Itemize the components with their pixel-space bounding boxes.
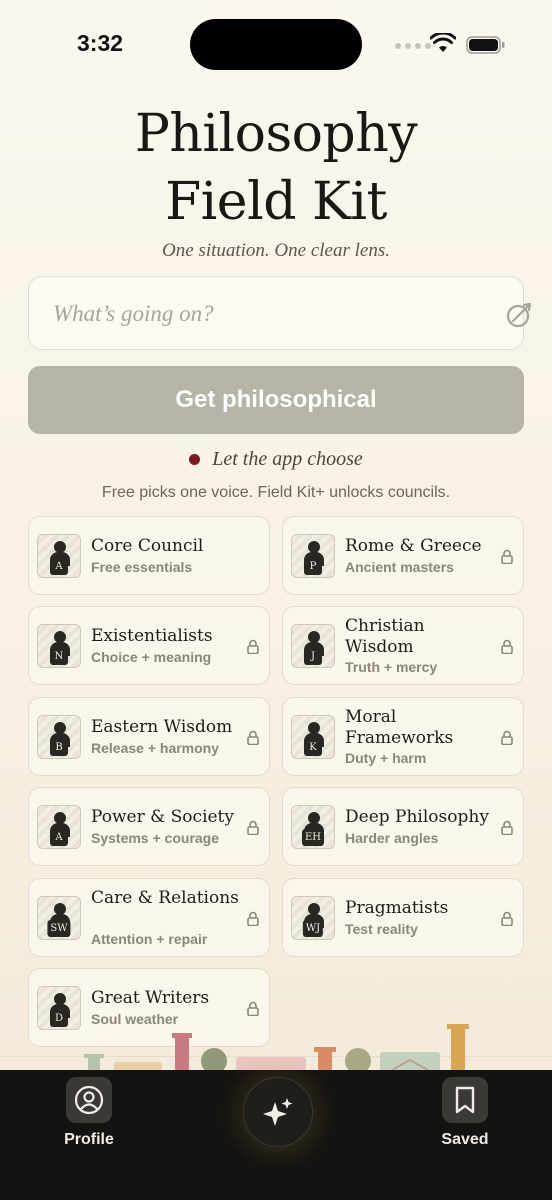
council-card-eastern-wisdom[interactable]: B Eastern Wisdom Release + harmony: [28, 697, 270, 776]
council-badge-letter: A: [50, 828, 68, 846]
lock-icon: [501, 549, 513, 565]
council-card-existentialists[interactable]: N Existentialists Choice + meaning: [28, 606, 270, 685]
council-subtitle: Choice + meaning: [91, 649, 212, 665]
wifi-icon: [430, 33, 456, 52]
lock-icon: [501, 820, 513, 836]
council-subtitle: Systems + courage: [91, 830, 220, 846]
profile-label: Profile: [64, 1131, 114, 1148]
council-title: Eastern Wisdom: [91, 717, 233, 737]
title-line-1: Philosophy: [134, 104, 418, 164]
council-card-rome-and-greece[interactable]: P Rome & Greece Ancient masters: [282, 516, 524, 595]
council-badge-icon: WJ: [291, 895, 335, 940]
council-badge-icon: B: [37, 714, 81, 759]
council-card-deep-philosophy[interactable]: EH Deep Philosophy Harder angles: [282, 787, 524, 866]
dynamic-island: [190, 19, 362, 70]
council-subtitle: Harder angles: [345, 830, 439, 846]
council-badge-icon: A: [37, 533, 81, 578]
get-philosophical-button[interactable]: Get philosophical: [28, 366, 524, 434]
council-card-christian-wisdom[interactable]: J Christian Wisdom Truth + mercy: [282, 606, 524, 685]
council-badge-icon: P: [291, 533, 335, 578]
status-bar: 3:32: [0, 0, 552, 92]
profile-icon: [74, 1085, 104, 1115]
council-card-power-and-society[interactable]: A Power & Society Systems + courage: [28, 787, 270, 866]
council-badge-letter: P: [304, 557, 322, 575]
council-badge-letter: EH: [301, 828, 325, 846]
profile-icon-box: [66, 1077, 112, 1123]
lock-icon: [501, 911, 513, 927]
council-badge-icon: J: [291, 623, 335, 668]
bookmark-icon: [455, 1086, 475, 1114]
let-app-choose-option[interactable]: Let the app choose: [0, 448, 552, 471]
council-badge-letter: A: [50, 557, 68, 575]
council-subtitle: Release + harmony: [91, 740, 220, 756]
council-title: Christian Wisdom: [345, 616, 425, 657]
app-subtitle: One situation. One clear lens.: [162, 240, 390, 261]
council-subtitle: Duty + harm: [345, 750, 427, 766]
council-badge-letter: WJ: [302, 919, 324, 937]
app-title: Philosophy Field Kit: [0, 100, 552, 236]
council-card-pragmatists[interactable]: WJ Pragmatists Test reality: [282, 878, 524, 957]
council-title: Care & Relations: [91, 888, 239, 908]
situation-input[interactable]: [53, 277, 473, 351]
plan-note: Free picks one voice. Field Kit+ unlocks…: [101, 484, 451, 501]
lock-icon: [501, 730, 513, 746]
tab-bar: Profile Saved: [0, 1058, 552, 1200]
selected-dot-icon: [189, 454, 201, 465]
council-badge-letter: B: [50, 738, 68, 756]
council-title: Existentialists: [91, 626, 213, 646]
saved-label: Saved: [441, 1131, 489, 1148]
council-title: Deep Philosophy: [345, 807, 489, 827]
council-title: Rome & Greece: [345, 536, 482, 556]
council-badge-icon: K: [291, 714, 335, 759]
status-time: 3:32: [77, 30, 124, 56]
council-subtitle: Truth + mercy: [345, 659, 438, 675]
council-badge-letter: N: [50, 647, 68, 665]
lock-icon: [247, 820, 259, 836]
lock-icon: [247, 730, 259, 746]
compass-icon[interactable]: [505, 301, 533, 329]
battery-icon: [466, 36, 505, 54]
council-badge-icon: N: [37, 623, 81, 668]
council-card-moral-frameworks[interactable]: K Moral Frameworks Duty + harm: [282, 697, 524, 776]
sparkles-icon: [263, 1098, 293, 1126]
council-subtitle: Ancient masters: [345, 559, 454, 575]
title-line-2: Field Kit: [165, 172, 387, 232]
tab-saved[interactable]: Saved: [425, 1077, 505, 1149]
cellular-signal-icon: [395, 43, 431, 49]
lock-icon: [247, 911, 259, 927]
council-subtitle: Free essentials: [91, 559, 193, 575]
council-badge-icon: SW: [37, 895, 81, 940]
council-subtitle: Attention + repair: [91, 931, 208, 947]
council-card-core-council[interactable]: A Core Council Free essentials: [28, 516, 270, 595]
council-title: Core Council: [91, 536, 204, 556]
council-badge-icon: A: [37, 804, 81, 849]
philosophize-fab-button[interactable]: [243, 1077, 313, 1147]
council-title: Great Writers: [91, 988, 210, 1008]
council-title: Power & Society: [91, 807, 234, 827]
council-badge-letter: SW: [47, 919, 71, 937]
saved-icon-box: [442, 1077, 488, 1123]
lock-icon: [501, 639, 513, 655]
tab-profile[interactable]: Profile: [49, 1077, 129, 1149]
situation-field[interactable]: [28, 276, 532, 351]
lock-icon: [247, 639, 259, 655]
council-badge-letter: J: [304, 647, 322, 665]
council-title: Pragmatists: [345, 898, 449, 918]
lock-icon: [247, 1001, 259, 1017]
council-title: Moral Frameworks: [345, 707, 454, 748]
council-badge-letter: K: [304, 738, 322, 756]
let-app-choose-label: Let the app choose: [212, 448, 363, 470]
council-subtitle: Test reality: [345, 921, 418, 937]
council-card-care-and-relations[interactable]: SW Care & Relations Attention + repair: [28, 878, 270, 957]
council-badge-icon: EH: [291, 804, 335, 849]
